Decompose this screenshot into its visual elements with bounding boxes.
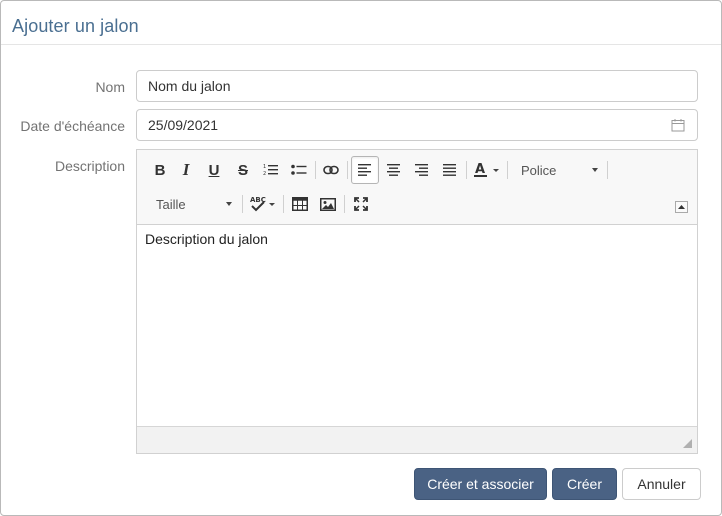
align-right-button[interactable] <box>410 158 434 182</box>
italic-icon: I <box>182 160 190 179</box>
italic-button[interactable]: I <box>174 158 198 182</box>
editor-content[interactable]: Description du jalon <box>137 226 697 426</box>
strikethrough-button[interactable]: S <box>231 158 255 182</box>
link-icon <box>323 165 339 175</box>
spellcheck-button[interactable]: ABC <box>247 192 279 216</box>
name-label: Nom <box>95 79 125 95</box>
align-left-button[interactable] <box>351 156 379 184</box>
text-color-button[interactable]: A <box>471 158 503 182</box>
collapse-toolbar-button[interactable] <box>675 201 688 213</box>
cancel-button[interactable]: Annuler <box>622 468 701 500</box>
dialog-header: Ajouter un jalon <box>1 1 721 45</box>
unordered-list-icon <box>291 164 307 175</box>
font-size-value: Taille <box>156 196 186 212</box>
toolbar-separator <box>347 161 348 179</box>
align-center-icon <box>387 164 400 176</box>
insert-image-button[interactable] <box>316 192 340 216</box>
underline-button[interactable]: U <box>202 158 226 182</box>
create-and-associate-button[interactable]: Créer et associer <box>414 468 547 500</box>
bold-icon: B <box>154 161 166 179</box>
collapse-toolbar-icon <box>678 205 685 209</box>
fullscreen-icon <box>354 197 368 211</box>
ordered-list-button[interactable]: 1 2 <box>259 158 283 182</box>
resize-grip-icon[interactable] <box>683 439 692 448</box>
name-input[interactable] <box>136 70 698 102</box>
toolbar-separator <box>315 161 316 179</box>
due-date-input[interactable] <box>136 109 698 141</box>
table-icon <box>292 197 308 211</box>
unordered-list-button[interactable] <box>287 158 311 182</box>
bold-button[interactable]: B <box>148 158 172 182</box>
editor-content-text: Description du jalon <box>145 231 268 247</box>
rich-text-editor: B I U S 1 2 A Police Taille ABC Descript… <box>136 149 698 454</box>
add-milestone-dialog: Ajouter un jalon Nom Date d'échéance Des… <box>0 0 722 516</box>
chevron-down-icon <box>226 202 232 206</box>
toolbar-separator <box>507 161 508 179</box>
editor-toolbar: B I U S 1 2 A Police Taille ABC <box>137 150 697 225</box>
chevron-down-icon <box>592 168 598 172</box>
toolbar-separator <box>466 161 467 179</box>
description-label: Description <box>54 158 125 174</box>
ordered-list-icon: 1 2 <box>263 164 278 177</box>
link-button[interactable] <box>319 158 343 182</box>
font-family-select[interactable]: Police <box>521 158 601 182</box>
toolbar-separator <box>344 195 345 213</box>
svg-text:A: A <box>475 162 485 177</box>
insert-table-button[interactable] <box>288 192 312 216</box>
align-center-button[interactable] <box>382 158 406 182</box>
font-size-select[interactable]: Taille <box>156 192 236 216</box>
align-right-icon <box>415 164 428 176</box>
calendar-icon[interactable] <box>671 118 685 132</box>
toolbar-separator <box>242 195 243 213</box>
align-justify-icon <box>443 164 456 176</box>
due-date-label: Date d'échéance <box>20 118 125 134</box>
svg-text:2: 2 <box>263 171 266 177</box>
editor-statusbar <box>137 426 697 453</box>
image-icon <box>320 197 336 211</box>
spellcheck-icon: ABC <box>250 196 275 212</box>
svg-text:1: 1 <box>263 164 266 170</box>
strikethrough-icon: S <box>237 161 248 179</box>
fullscreen-button[interactable] <box>349 192 373 216</box>
dialog-title: Ajouter un jalon <box>12 16 139 36</box>
underline-icon: U <box>208 161 220 179</box>
align-left-icon <box>358 164 371 176</box>
font-family-value: Police <box>521 162 557 178</box>
toolbar-separator <box>607 161 608 179</box>
align-justify-button[interactable] <box>438 158 462 182</box>
toolbar-separator <box>283 195 284 213</box>
create-button[interactable]: Créer <box>552 468 617 500</box>
text-color-icon: A <box>474 162 499 177</box>
